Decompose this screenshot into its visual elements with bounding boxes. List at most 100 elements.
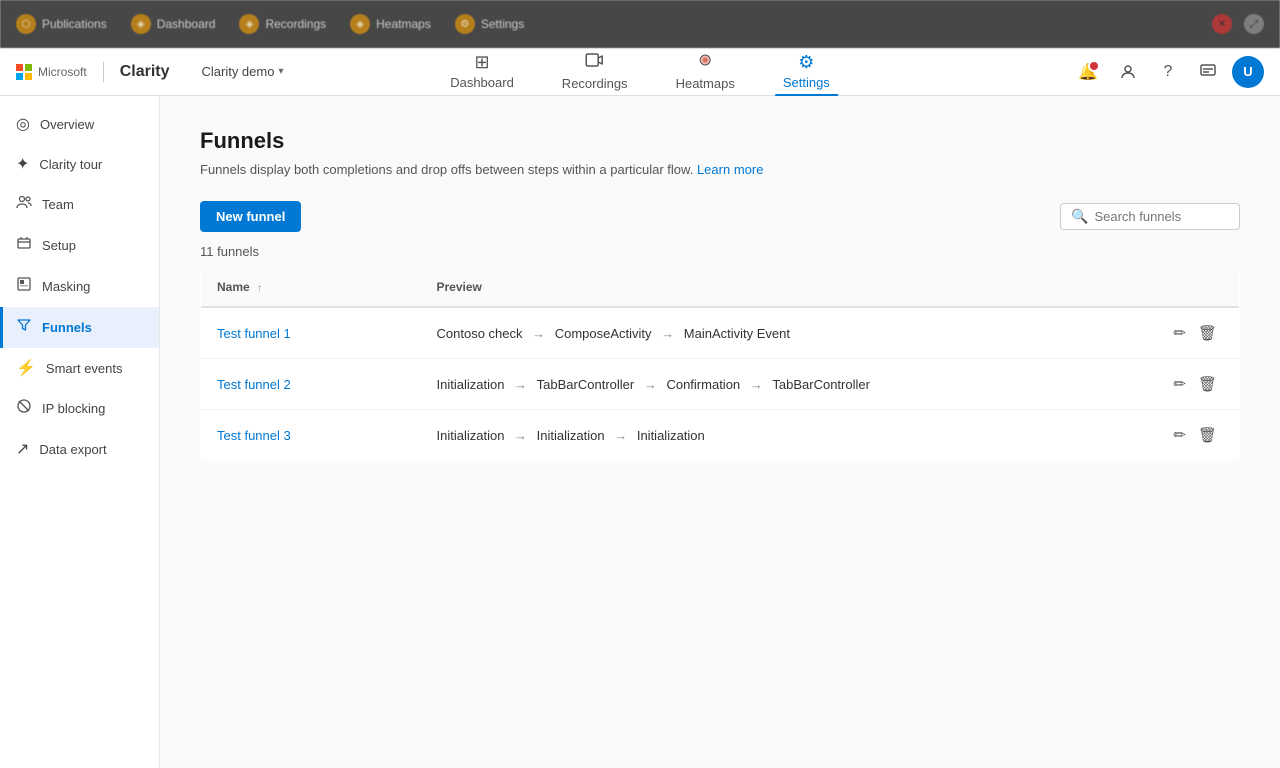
count-row: 11 funnels: [200, 244, 1240, 259]
feedback-button[interactable]: [1192, 56, 1224, 88]
toolbar-row: New funnel 🔍: [200, 201, 1240, 232]
sidebar-label-overview: Overview: [40, 117, 94, 132]
arrow-icon: →: [529, 326, 549, 341]
edit-funnel-button[interactable]: ✏: [1167, 320, 1192, 346]
col-header-name[interactable]: Name ↑: [201, 268, 421, 308]
sidebar-item-ip-blocking[interactable]: IP blocking: [0, 388, 159, 429]
sidebar-item-overview[interactable]: ◎ Overview: [0, 104, 159, 144]
table-row: Test funnel 1 Contoso check → ComposeActi…: [201, 307, 1240, 359]
funnels-table: Name ↑ Preview Test funnel 1 Contoso chec…: [200, 267, 1240, 461]
data-export-icon: ↗: [16, 439, 29, 459]
overlay-icon-5: ⚙: [455, 14, 475, 34]
step-label: Initialization: [637, 428, 705, 443]
step-label: MainActivity Event: [684, 326, 790, 341]
topbar-right: 🔔 ? U: [1072, 56, 1264, 88]
edit-funnel-button[interactable]: ✏: [1167, 422, 1192, 448]
recordings-icon: [586, 51, 604, 74]
overlay-text-4: Heatmaps: [376, 17, 431, 31]
funnel-name-link[interactable]: Test funnel 3: [217, 428, 291, 443]
funnel-count-label: 11 funnels: [200, 244, 259, 259]
overlay-icon-2: ◈: [131, 14, 151, 34]
overlay-item-5: ⚙ Settings: [455, 14, 524, 34]
funnel-actions-cell: ✏🗑: [1151, 410, 1239, 461]
col-header-actions: [1151, 268, 1239, 308]
user-avatar[interactable]: U: [1232, 56, 1264, 88]
nav-label-heatmaps: Heatmaps: [676, 76, 735, 91]
table-body: Test funnel 1 Contoso check → ComposeActi…: [201, 307, 1240, 461]
content-layout: ◎ Overview ✦ Clarity tour Team: [0, 96, 1280, 768]
table-header: Name ↑ Preview: [201, 268, 1240, 308]
chevron-down-icon: ▾: [278, 66, 283, 77]
funnel-preview-cell: Initialization → TabBarController → Conf…: [421, 359, 1152, 410]
overlay-text-3: Recordings: [265, 17, 326, 31]
arrow-icon: →: [510, 428, 530, 443]
settings-icon: ⚙: [798, 52, 814, 73]
overlay-item-3: ◈ Recordings: [239, 14, 326, 34]
funnel-name-link[interactable]: Test funnel 2: [217, 377, 291, 392]
funnel-name-cell: Test funnel 1: [201, 307, 421, 359]
overlay-icon-3: ◈: [239, 14, 259, 34]
masking-icon: [16, 276, 32, 297]
sidebar-item-funnels[interactable]: Funnels: [0, 307, 159, 348]
sidebar-label-data-export: Data export: [39, 442, 106, 457]
new-funnel-button[interactable]: New funnel: [200, 201, 301, 232]
project-name: Clarity demo: [201, 64, 274, 79]
overlay-item-2: ◈ Dashboard: [131, 14, 216, 34]
sidebar-label-funnels: Funnels: [42, 320, 92, 335]
clarity-tour-icon: ✦: [16, 154, 29, 174]
nav-item-recordings[interactable]: Recordings: [554, 47, 636, 97]
sidebar-label-clarity-tour: Clarity tour: [39, 157, 102, 172]
step-label: Initialization: [437, 377, 505, 392]
funnel-preview-cell: Initialization → Initialization → Initia…: [421, 410, 1152, 461]
sidebar-item-data-export[interactable]: ↗ Data export: [0, 429, 159, 469]
learn-more-link[interactable]: Learn more: [697, 162, 763, 177]
nav-item-settings[interactable]: ⚙ Settings: [775, 48, 838, 96]
notification-button[interactable]: 🔔: [1072, 56, 1104, 88]
page-description: Funnels display both completions and dro…: [200, 162, 1240, 177]
overlay-text-5: Settings: [481, 17, 524, 31]
funnels-icon: [16, 317, 32, 338]
funnel-name-link[interactable]: Test funnel 1: [217, 326, 291, 341]
people-button[interactable]: [1112, 56, 1144, 88]
col-preview-label: Preview: [437, 280, 482, 294]
project-selector[interactable]: Clarity demo ▾: [193, 60, 291, 83]
sidebar-item-clarity-tour[interactable]: ✦ Clarity tour: [0, 144, 159, 184]
nav-label-settings: Settings: [783, 75, 830, 90]
funnel-name-cell: Test funnel 2: [201, 359, 421, 410]
page-title: Funnels: [200, 128, 1240, 154]
overlay-text-1: Publications: [42, 17, 107, 31]
sidebar-label-setup: Setup: [42, 238, 76, 253]
delete-funnel-button[interactable]: 🗑: [1192, 371, 1223, 397]
sidebar-item-masking[interactable]: Masking: [0, 266, 159, 307]
step-label: ComposeActivity: [555, 326, 652, 341]
sidebar-label-masking: Masking: [42, 279, 90, 294]
sidebar-item-setup[interactable]: Setup: [0, 225, 159, 266]
delete-funnel-button[interactable]: 🗑: [1192, 422, 1223, 448]
edit-funnel-button[interactable]: ✏: [1167, 371, 1192, 397]
nav-item-heatmaps[interactable]: Heatmaps: [668, 47, 743, 97]
search-input[interactable]: [1094, 209, 1234, 224]
topbar-left: Microsoft Clarity Clarity demo ▾: [16, 60, 291, 83]
smart-events-icon: ⚡: [16, 358, 36, 378]
overview-icon: ◎: [16, 114, 30, 134]
microsoft-label: Microsoft: [38, 65, 87, 79]
nav-label-recordings: Recordings: [562, 76, 628, 91]
sidebar-item-team[interactable]: Team: [0, 184, 159, 225]
funnel-preview-cell: Contoso check → ComposeActivity → MainAc…: [421, 307, 1152, 359]
step-label: Initialization: [537, 428, 605, 443]
nav-item-dashboard[interactable]: ⊞ Dashboard: [442, 48, 522, 96]
delete-funnel-button[interactable]: 🗑: [1192, 320, 1223, 346]
arrow-icon: →: [510, 377, 530, 392]
sidebar: ◎ Overview ✦ Clarity tour Team: [0, 96, 160, 768]
topbar-nav: ⊞ Dashboard Recordings: [442, 47, 838, 97]
overlay-expand-icon: ⤢: [1244, 14, 1264, 34]
sidebar-item-smart-events[interactable]: ⚡ Smart events: [0, 348, 159, 388]
step-label: TabBarController: [537, 377, 635, 392]
microsoft-logo[interactable]: Microsoft: [16, 64, 87, 80]
overlay-item-1: ⬡ Publications: [16, 14, 107, 34]
ip-blocking-icon: [16, 398, 32, 419]
funnel-actions-cell: ✏🗑: [1151, 307, 1239, 359]
topbar: Microsoft Clarity Clarity demo ▾ ⊞ Dashb…: [0, 48, 1280, 96]
help-button[interactable]: ?: [1152, 56, 1184, 88]
team-icon: [16, 194, 32, 215]
